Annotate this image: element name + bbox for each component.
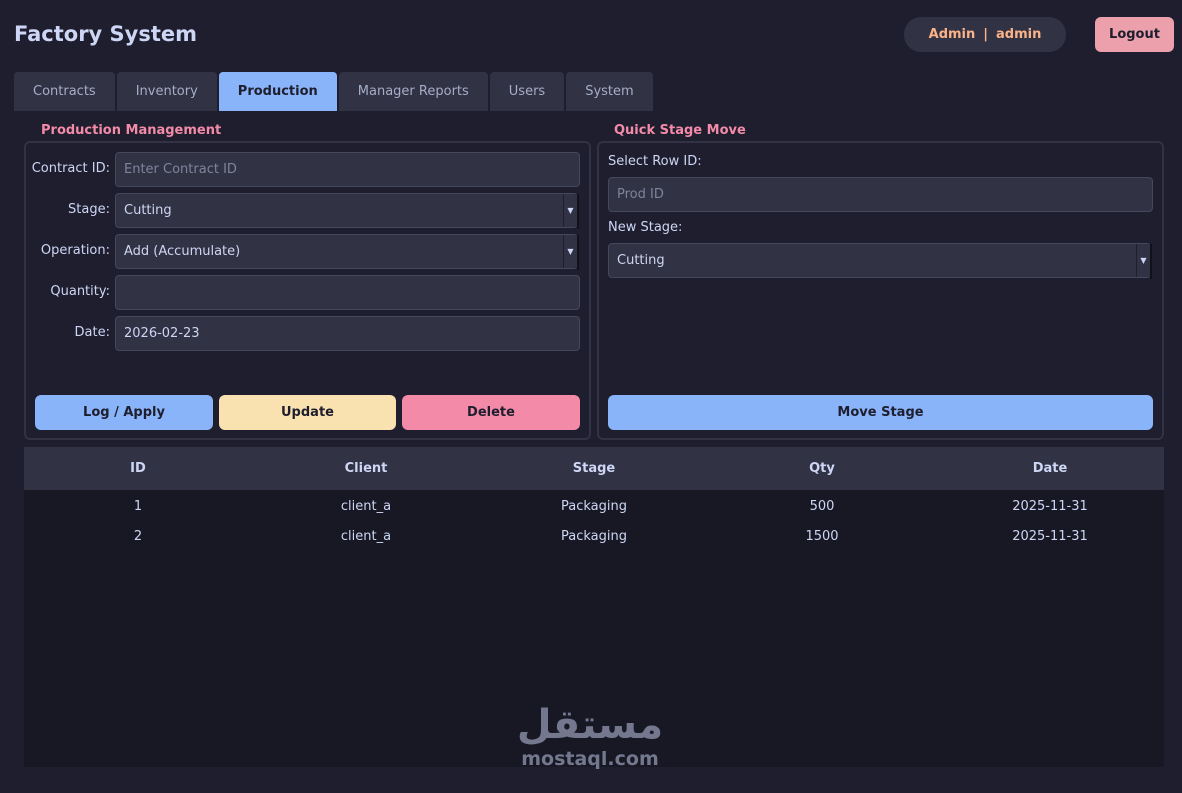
table-row[interactable]: 1 client_a Packaging 500 2025-11-31 (24, 491, 1164, 521)
user-badge: Admin | admin (904, 17, 1066, 52)
new-stage-select[interactable]: Cutting ▼ (608, 243, 1152, 279)
app-window: Factory System Admin | admin Logout Cont… (0, 0, 1182, 793)
tab-inventory[interactable]: Inventory (116, 72, 217, 111)
tab-users[interactable]: Users (489, 72, 565, 111)
user-role: Admin (928, 27, 976, 42)
new-stage-select-value: Cutting (617, 253, 665, 268)
table-cell: Packaging (561, 528, 627, 544)
move-stage-button[interactable]: Move Stage (608, 395, 1153, 430)
mostaql-watermark: مستقل mostaql.com (500, 702, 680, 770)
quick-move-group-title: Quick Stage Move (614, 123, 746, 138)
production-group-title: Production Management (41, 123, 222, 138)
column-header-date[interactable]: Date (936, 447, 1164, 490)
date-value: 2026-02-23 (124, 326, 200, 341)
logout-button[interactable]: Logout (1095, 17, 1174, 52)
prod-id-placeholder: Prod ID (617, 187, 664, 202)
mostaql-url: mostaql.com (521, 748, 659, 770)
column-header-stage[interactable]: Stage (480, 447, 708, 490)
log-apply-button[interactable]: Log / Apply (35, 395, 213, 430)
user-separator: | (983, 27, 989, 42)
table-cell: 2025-11-31 (1012, 528, 1088, 544)
stage-label: Stage: (68, 202, 110, 217)
tab-production[interactable]: Production (218, 72, 337, 111)
table-cell: client_a (340, 528, 392, 544)
date-label: Date: (74, 325, 110, 340)
table-cell: 1 (133, 498, 143, 514)
table-row[interactable]: 2 client_a Packaging 1500 2025-11-31 (24, 521, 1164, 551)
date-input[interactable]: 2026-02-23 (115, 316, 580, 351)
update-button[interactable]: Update (219, 395, 396, 430)
contract-id-placeholder: Enter Contract ID (124, 162, 237, 177)
tab-manager-reports[interactable]: Manager Reports (338, 72, 488, 111)
table-cell: 2 (133, 528, 143, 544)
operation-select[interactable]: Add (Accumulate) ▼ (115, 234, 579, 270)
chevron-down-icon: ▼ (563, 235, 577, 268)
delete-button[interactable]: Delete (402, 395, 580, 430)
quantity-input[interactable] (115, 275, 580, 310)
table-cell: client_a (340, 498, 392, 514)
quantity-label: Quantity: (50, 284, 110, 299)
stage-select-value: Cutting (124, 203, 172, 218)
stage-select[interactable]: Cutting ▼ (115, 193, 579, 229)
table-header: ID Client Stage Qty Date (24, 447, 1164, 490)
column-header-id[interactable]: ID (24, 447, 252, 490)
column-header-client[interactable]: Client (252, 447, 480, 490)
new-stage-label: New Stage: (608, 220, 683, 235)
table-cell: Packaging (561, 498, 627, 514)
chevron-down-icon: ▼ (563, 194, 577, 227)
app-title: Factory System (14, 22, 198, 46)
mostaql-logo: مستقل (516, 702, 664, 748)
operation-select-value: Add (Accumulate) (124, 244, 241, 259)
contract-id-input[interactable]: Enter Contract ID (115, 152, 580, 187)
row-id-label: Select Row ID: (608, 154, 702, 169)
contract-id-label: Contract ID: (31, 161, 110, 176)
user-name: admin (996, 27, 1042, 42)
tab-contracts[interactable]: Contracts (14, 72, 115, 111)
table-cell: 1500 (805, 528, 839, 544)
table-cell: 2025-11-31 (1012, 498, 1088, 514)
prod-id-input[interactable]: Prod ID (608, 177, 1153, 212)
table-cell: 500 (809, 498, 835, 514)
tab-bar: Contracts Inventory Production Manager R… (14, 72, 653, 111)
operation-label: Operation: (40, 243, 110, 258)
tab-system[interactable]: System (566, 72, 653, 111)
column-header-qty[interactable]: Qty (708, 447, 936, 490)
chevron-down-icon: ▼ (1136, 244, 1150, 277)
